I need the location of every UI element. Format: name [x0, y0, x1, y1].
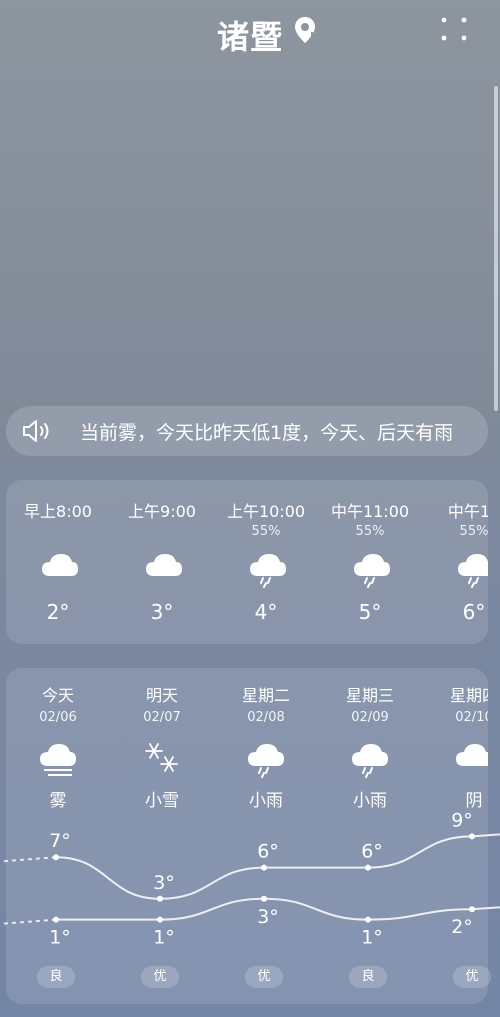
- hourly-temperature: 6°: [462, 600, 486, 624]
- hourly-item: 早上8:00 2°: [6, 480, 110, 644]
- daily-item[interactable]: 星期四 02/10 阴: [422, 668, 488, 811]
- hourly-time: 中午11:00: [330, 502, 410, 521]
- rain-icon: [248, 550, 288, 588]
- day-name: 今天: [41, 686, 74, 705]
- city-name[interactable]: 诸暨: [0, 12, 500, 58]
- cloudy-icon: [454, 740, 488, 778]
- hourly-temperature: 4°: [254, 600, 278, 624]
- day-condition: 雾: [49, 791, 67, 811]
- precipitation-probability: 55%: [251, 524, 281, 539]
- daily-forecast-card[interactable]: 今天 02/06 雾 明天 02/07 小雪 星期二 02/08 小雨 星期三 02/09 小雨 星期四…: [6, 668, 488, 1004]
- hourly-temperature: 3°: [150, 600, 174, 624]
- hourly-time: 上午9:00: [128, 502, 196, 521]
- day-condition: 小雪: [145, 791, 179, 811]
- rain-icon: [456, 550, 488, 588]
- hourly-time: 中午12: [447, 502, 488, 521]
- day-condition: 阴: [465, 791, 483, 811]
- hourly-time: 早上8:00: [24, 502, 92, 521]
- hourly-item: 上午10:00 55% 4°: [214, 480, 318, 644]
- day-date: 02/06: [39, 710, 77, 725]
- day-date: 02/10: [455, 710, 488, 725]
- hourly-time: 上午10:00: [226, 502, 306, 521]
- day-name: 明天: [145, 686, 178, 705]
- hourly-forecast-card[interactable]: 早上8:00 2° 上午9:00 3° 上午10:00 55% 4° 中午11:00 55% 5°…: [6, 480, 488, 644]
- snow-icon: [142, 740, 182, 778]
- weather-summary-banner[interactable]: 当前雾，今天比昨天低1度，今天、后天有雨: [6, 406, 488, 456]
- day-name: 星期四: [449, 686, 488, 705]
- cloudy-icon: [40, 550, 80, 584]
- day-condition: 小雨: [249, 791, 283, 811]
- hourly-temperature: 2°: [46, 600, 70, 624]
- rain-icon: [350, 740, 390, 778]
- hourly-temperature: 5°: [358, 600, 382, 624]
- day-date: 02/08: [247, 710, 285, 725]
- day-condition: 小雨: [353, 791, 387, 811]
- hourly-item: 中午11:00 55% 5°: [318, 480, 422, 644]
- more-options-icon[interactable]: [440, 16, 468, 42]
- daily-item[interactable]: 今天 02/06 雾: [6, 668, 110, 811]
- rain-icon: [246, 740, 286, 778]
- air-quality-badge: 优: [453, 966, 491, 988]
- day-date: 02/07: [143, 710, 181, 725]
- location-pin-icon[interactable]: [294, 16, 316, 44]
- day-name: 星期三: [345, 686, 394, 705]
- rain-icon: [352, 550, 392, 588]
- air-quality-badge: 优: [245, 966, 283, 988]
- day-date: 02/09: [351, 710, 389, 725]
- daily-item[interactable]: 明天 02/07 小雪: [110, 668, 214, 811]
- fog-icon: [38, 740, 78, 778]
- day-name: 星期二: [241, 686, 290, 705]
- top-bar: 诸暨: [0, 0, 500, 64]
- hourly-item: 上午9:00 3°: [110, 480, 214, 644]
- cloudy-icon: [144, 550, 184, 584]
- speaker-icon[interactable]: [22, 419, 54, 443]
- precipitation-probability: 55%: [459, 524, 488, 539]
- air-quality-badge: 优: [141, 966, 179, 988]
- air-quality-badge: 良: [37, 966, 75, 988]
- air-quality-badge: 良: [349, 966, 387, 988]
- scrollbar[interactable]: [494, 86, 498, 411]
- summary-text: 当前雾，今天比昨天低1度，今天、后天有雨: [80, 422, 454, 444]
- daily-item[interactable]: 星期二 02/08 小雨: [214, 668, 318, 811]
- hourly-item: 中午12 55% 6°: [422, 480, 488, 644]
- precipitation-probability: 55%: [355, 524, 385, 539]
- daily-item[interactable]: 星期三 02/09 小雨: [318, 668, 422, 811]
